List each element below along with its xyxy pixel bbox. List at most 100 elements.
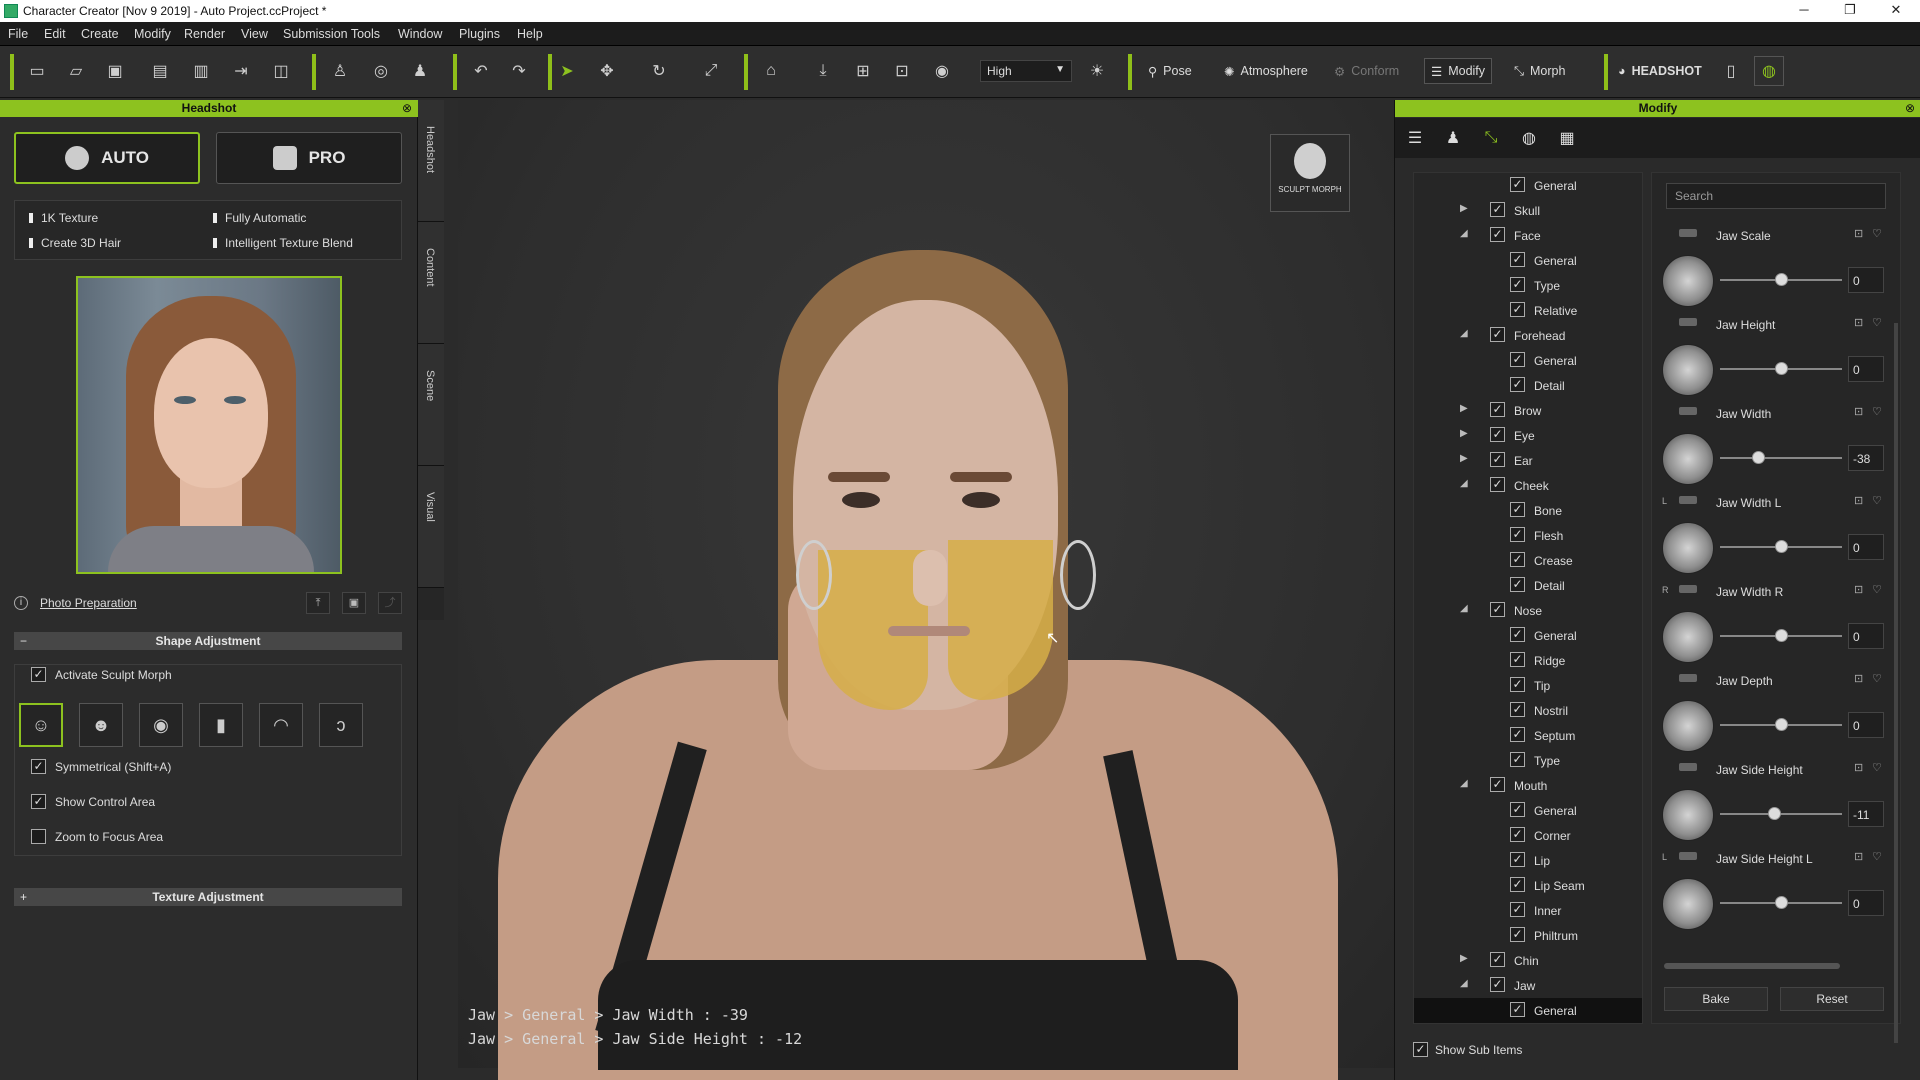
tree-item-brow[interactable]: ▶ ✓ Brow: [1414, 398, 1642, 423]
tree-item-general[interactable]: ✓ General: [1414, 998, 1642, 1023]
tree-checkbox[interactable]: ✓: [1490, 327, 1505, 342]
morph-dial-icon[interactable]: [1662, 700, 1714, 752]
slider-thumb[interactable]: [1775, 896, 1788, 909]
3d-viewport[interactable]: SCULPT MORPH Jaw > General > Jaw Width :…: [458, 100, 1398, 1080]
tree-checkbox[interactable]: ✓: [1510, 727, 1525, 742]
slider-thumb[interactable]: [1775, 629, 1788, 642]
atmosphere-button[interactable]: ✺ Atmosphere: [1218, 58, 1314, 84]
light-icon[interactable]: ☀: [1082, 56, 1112, 86]
tree-checkbox[interactable]: ✓: [1490, 202, 1505, 217]
tree-item-nose[interactable]: ◢ ✓ Nose: [1414, 598, 1642, 623]
favorite-icon[interactable]: ♡: [1872, 405, 1882, 418]
tab-headshot[interactable]: Headshot: [418, 100, 444, 222]
save-icon[interactable]: ▣: [100, 56, 130, 86]
sculpt-morph-button[interactable]: SCULPT MORPH: [1270, 134, 1350, 212]
fit-view-icon[interactable]: ⤓: [808, 56, 838, 86]
search-input[interactable]: Search: [1666, 183, 1886, 209]
favorite-icon[interactable]: ♡: [1872, 761, 1882, 774]
load-photo-icon[interactable]: ⤒: [306, 592, 330, 614]
render-settings-icon[interactable]: ◫: [266, 56, 296, 86]
close-button[interactable]: ✕: [1878, 2, 1914, 20]
tree-checkbox[interactable]: ✓: [1510, 827, 1525, 842]
tree-checkbox[interactable]: ✓: [1510, 702, 1525, 717]
morph-dial-icon[interactable]: [1662, 611, 1714, 663]
rotate-icon[interactable]: ↻: [644, 56, 674, 86]
tree-checkbox[interactable]: ✓: [1510, 927, 1525, 942]
slider-value-field[interactable]: 0: [1848, 890, 1884, 916]
menu-help[interactable]: Help: [517, 27, 543, 41]
motion-tab-icon[interactable]: ♟: [1437, 124, 1469, 152]
favorite-icon[interactable]: ♡: [1872, 850, 1882, 863]
lock-icon[interactable]: ⊡: [1854, 761, 1863, 774]
character-icon[interactable]: ♙: [325, 56, 355, 86]
headshot-button[interactable]: ◕ HEADSHOT: [1612, 58, 1708, 84]
restore-button[interactable]: ❐: [1832, 2, 1868, 20]
slider-thumb[interactable]: [1751, 451, 1765, 464]
auto-mode-button[interactable]: AUTO: [14, 132, 200, 184]
menu-window[interactable]: Window: [398, 27, 442, 41]
slider-value-field[interactable]: 0: [1848, 712, 1884, 738]
pro-mode-button[interactable]: PRO: [216, 132, 402, 184]
tree-item-relative[interactable]: ✓ Relative: [1414, 298, 1642, 323]
tree-item-type[interactable]: ✓ Type: [1414, 273, 1642, 298]
sculpt-eye-icon[interactable]: ◉: [139, 703, 183, 747]
sculpt-face-icon[interactable]: ☺: [19, 703, 63, 747]
pose-tool-icon[interactable]: ♟: [405, 56, 435, 86]
tree-checkbox[interactable]: ✓: [1490, 977, 1505, 992]
tree-item-face[interactable]: ◢ ✓ Face: [1414, 223, 1642, 248]
expand-arrow-icon[interactable]: ▶: [1460, 403, 1468, 414]
sculpt-lips-icon[interactable]: ◠: [259, 703, 303, 747]
sculpt-nose-icon[interactable]: ▮: [199, 703, 243, 747]
tree-checkbox[interactable]: ✓: [1490, 427, 1505, 442]
slider-track[interactable]: [1720, 457, 1842, 459]
slider-value-field[interactable]: -38: [1848, 445, 1884, 471]
morph-dial-icon[interactable]: [1662, 344, 1714, 396]
texture-adjustment-header[interactable]: + Texture Adjustment: [14, 888, 402, 906]
panel-toggle-icon[interactable]: ▯: [1716, 56, 1746, 86]
tree-checkbox[interactable]: ✓: [1510, 1002, 1525, 1017]
menu-submission-tools[interactable]: Submission Tools: [283, 27, 380, 41]
tree-item-lip-seam[interactable]: ✓ Lip Seam: [1414, 873, 1642, 898]
info-icon[interactable]: i: [14, 596, 28, 610]
tree-item-jaw[interactable]: ◢ ✓ Jaw: [1414, 973, 1642, 998]
tab-visual[interactable]: Visual: [418, 466, 444, 588]
show-sub-items-checkbox[interactable]: ✓: [1413, 1042, 1428, 1057]
tree-checkbox[interactable]: ✓: [1490, 477, 1505, 492]
slider-thumb[interactable]: [1768, 807, 1782, 820]
tree-item-crease[interactable]: ✓ Crease: [1414, 548, 1642, 573]
tree-checkbox[interactable]: ✓: [1510, 652, 1525, 667]
tree-item-septum[interactable]: ✓ Septum: [1414, 723, 1642, 748]
morph-dial-icon[interactable]: [1662, 789, 1714, 841]
activate-sculpt-checkbox[interactable]: ✓: [31, 667, 46, 682]
material-tab-icon[interactable]: ◍: [1513, 124, 1545, 152]
lock-icon[interactable]: ⊡: [1854, 316, 1863, 329]
conform-button[interactable]: ⚙ Conform: [1328, 58, 1405, 84]
sculpt-ear-icon[interactable]: ↄ: [319, 703, 363, 747]
tab-scene[interactable]: Scene: [418, 344, 444, 466]
close-panel-icon[interactable]: ⊗: [402, 100, 412, 117]
show-control-area-checkbox[interactable]: ✓: [31, 794, 46, 809]
menu-file[interactable]: File: [8, 27, 28, 41]
morph-tool-icon[interactable]: ◎: [366, 56, 396, 86]
undo-icon[interactable]: ↶: [466, 56, 496, 86]
slider-thumb[interactable]: [1775, 362, 1788, 375]
tree-item-mouth[interactable]: ◢ ✓ Mouth: [1414, 773, 1642, 798]
redo-icon[interactable]: ↷: [504, 56, 534, 86]
tree-checkbox[interactable]: ✓: [1490, 227, 1505, 242]
tree-item-ridge[interactable]: ✓ Ridge: [1414, 648, 1642, 673]
home-camera-icon[interactable]: ⌂: [756, 56, 786, 86]
expand-arrow-icon[interactable]: ▶: [1460, 428, 1468, 439]
move-icon[interactable]: ✥: [592, 56, 622, 86]
tree-checkbox[interactable]: ✓: [1510, 177, 1525, 192]
tree-item-flesh[interactable]: ✓ Flesh: [1414, 523, 1642, 548]
attributes-tab-icon[interactable]: ☰: [1399, 124, 1431, 152]
tree-checkbox[interactable]: ✓: [1510, 252, 1525, 267]
lock-icon[interactable]: ⊡: [1854, 583, 1863, 596]
collapse-arrow-icon[interactable]: ◢: [1460, 778, 1468, 789]
tree-checkbox[interactable]: ✓: [1510, 277, 1525, 292]
tab-content[interactable]: Content: [418, 222, 444, 344]
symmetrical-checkbox[interactable]: ✓: [31, 759, 46, 774]
tree-item-lip[interactable]: ✓ Lip: [1414, 848, 1642, 873]
morph-tab-icon[interactable]: ⤡: [1475, 124, 1507, 152]
tree-checkbox[interactable]: ✓: [1510, 527, 1525, 542]
